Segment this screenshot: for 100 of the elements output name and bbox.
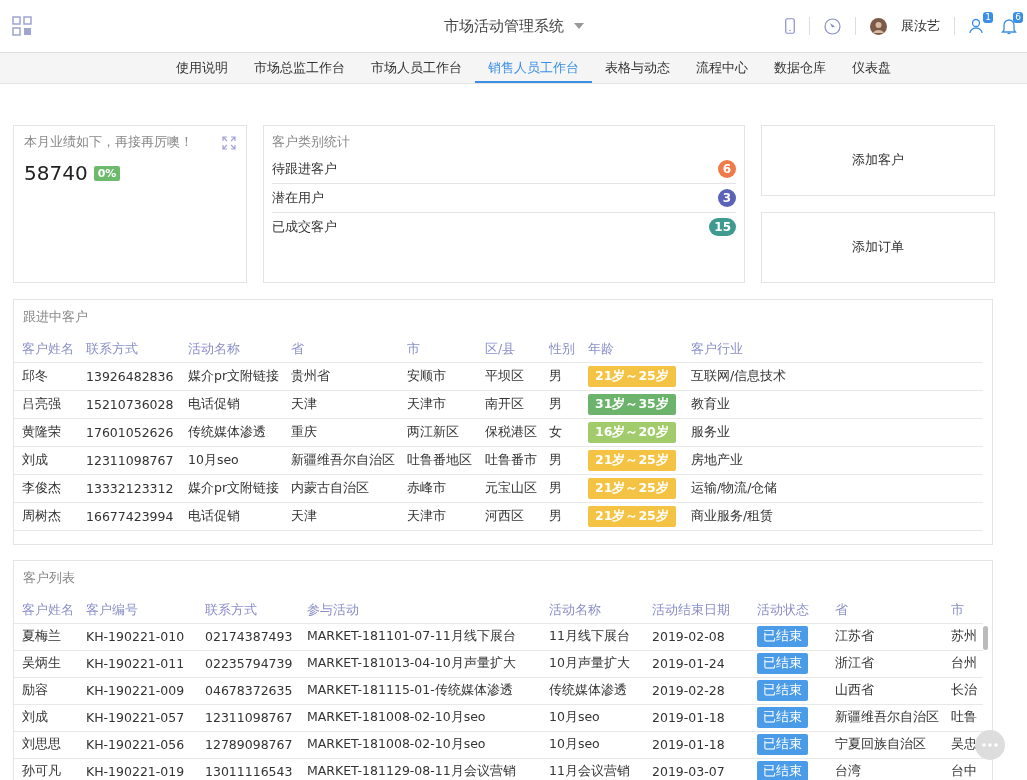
table-cell: 10月seo — [541, 731, 644, 758]
column-header[interactable]: 市 — [399, 330, 477, 362]
avatar[interactable] — [870, 17, 887, 35]
table-cell: 2019-02-28 — [644, 677, 749, 704]
caret-icon[interactable] — [573, 23, 584, 29]
category-label[interactable]: 已成交客户 — [272, 218, 337, 236]
table-cell: KH-190221-010 — [78, 623, 197, 650]
age-tag: 21岁～25岁 — [588, 477, 676, 499]
column-header[interactable]: 省 — [283, 330, 399, 362]
nav-tab[interactable]: 使用说明 — [163, 53, 241, 83]
table-cell: 男 — [541, 446, 580, 474]
nav-tab[interactable]: 销售人员工作台 — [475, 53, 592, 83]
table-cell: 13926482836 — [78, 362, 180, 390]
column-header[interactable]: 活动名称 — [541, 591, 644, 623]
column-header[interactable]: 客户编号 — [78, 591, 197, 623]
table-cell: 台湾 — [827, 758, 943, 780]
table-cell: MARKET-181008-02-10月seo — [299, 704, 541, 731]
table-cell: 台州 — [943, 650, 983, 677]
table-cell: 天津 — [283, 502, 399, 530]
table-cell: MARKET-181115-01-传统媒体渗透 — [299, 677, 541, 704]
table-cell: 南开区 — [477, 390, 541, 418]
nav-tab[interactable]: 市场总监工作台 — [241, 53, 358, 83]
bell-icon[interactable] — [1001, 17, 1017, 35]
age-tag: 21岁～25岁 — [588, 505, 676, 527]
column-header[interactable]: 区/县 — [477, 330, 541, 362]
nav-tab[interactable]: 市场人员工作台 — [358, 53, 475, 83]
card-title: 客户类别统计 — [272, 134, 351, 151]
table-cell: 安顺市 — [399, 362, 477, 390]
column-header[interactable]: 客户行业 — [683, 330, 983, 362]
nav-tab[interactable]: 仪表盘 — [839, 53, 904, 83]
nav-tab[interactable]: 数据仓库 — [761, 53, 839, 83]
table-cell: KH-190221-057 — [78, 704, 197, 731]
table-cell: 贵州省 — [283, 362, 399, 390]
column-header[interactable]: 市 — [943, 591, 983, 623]
status-tag: 已结束 — [757, 707, 808, 728]
status-tag: 已结束 — [757, 653, 808, 674]
scrollbar-thumb[interactable] — [983, 626, 988, 650]
apps-grid-icon[interactable] — [12, 16, 32, 36]
table-cell: 江苏省 — [827, 623, 943, 650]
table-cell: 夏梅兰 — [14, 623, 78, 650]
nav-tab[interactable]: 流程中心 — [683, 53, 761, 83]
table-cell: 男 — [541, 474, 580, 502]
table-cell: 2019-01-18 — [644, 731, 749, 758]
table-cell: 吐鲁 — [943, 704, 983, 731]
column-header[interactable]: 性别 — [541, 330, 580, 362]
table-cell: 2019-01-18 — [644, 704, 749, 731]
table-cell: 17601052626 — [78, 418, 180, 446]
compass-icon[interactable] — [824, 17, 841, 35]
table-cell: 河西区 — [477, 502, 541, 530]
table-cell: 12789098767 — [197, 731, 299, 758]
table-cell: 新疆维吾尔自治区 — [283, 446, 399, 474]
table-cell: 黄隆荣 — [14, 418, 78, 446]
column-header[interactable]: 参与活动 — [299, 591, 541, 623]
table-cell: 运输/物流/仓储 — [683, 474, 983, 502]
table-cell: 10月声量扩大 — [541, 650, 644, 677]
category-label[interactable]: 待跟进客户 — [272, 160, 337, 178]
column-header[interactable]: 活动名称 — [180, 330, 283, 362]
table-cell: 台中 — [943, 758, 983, 780]
nav-tab[interactable]: 表格与动态 — [592, 53, 683, 83]
table-cell: 保税港区 — [477, 418, 541, 446]
column-header[interactable]: 年龄 — [580, 330, 683, 362]
sales-value: 58740 — [24, 161, 88, 185]
user-name[interactable]: 展汝艺 — [901, 17, 940, 35]
phone-icon[interactable] — [785, 18, 795, 34]
category-label[interactable]: 潜在用户 — [272, 189, 324, 207]
table-cell: 2019-02-08 — [644, 623, 749, 650]
table-cell: 吕亮强 — [14, 390, 78, 418]
more-icon — [982, 743, 998, 747]
column-header[interactable]: 活动结束日期 — [644, 591, 749, 623]
card-title: 本月业绩如下，再接再厉噢！ — [24, 134, 193, 151]
table-cell: 李俊杰 — [14, 474, 78, 502]
table-cell: KH-190221-019 — [78, 758, 197, 780]
table-cell: 16677423994 — [78, 502, 180, 530]
table-cell: 宁夏回族自治区 — [827, 731, 943, 758]
table-cell: 新疆维吾尔自治区 — [827, 704, 943, 731]
status-tag: 已结束 — [757, 761, 808, 780]
column-header[interactable]: 省 — [827, 591, 943, 623]
table-cell: 赤峰市 — [399, 474, 477, 502]
expand-icon[interactable] — [222, 135, 236, 150]
table-cell: 平坝区 — [477, 362, 541, 390]
table-cell: 2019-03-07 — [644, 758, 749, 780]
table-cell: 媒介pr文附链接 — [180, 474, 283, 502]
column-header[interactable]: 活动状态 — [749, 591, 827, 623]
age-tag: 21岁～25岁 — [588, 365, 676, 387]
age-tag: 16岁～20岁 — [588, 421, 676, 443]
column-header[interactable]: 联系方式 — [78, 330, 180, 362]
action-button[interactable]: 添加客户 — [761, 125, 995, 196]
column-header[interactable]: 客户姓名 — [14, 591, 78, 623]
panel-title: 客户列表 — [22, 569, 76, 587]
action-button[interactable]: 添加订单 — [761, 212, 995, 283]
table-cell: 12311098767 — [78, 446, 180, 474]
table-cell: 长治 — [943, 677, 983, 704]
table-cell: 02235794739 — [197, 650, 299, 677]
table-cell: 天津市 — [399, 502, 477, 530]
column-header[interactable]: 客户姓名 — [14, 330, 78, 362]
column-header[interactable]: 联系方式 — [197, 591, 299, 623]
table-cell: 02174387493 — [197, 623, 299, 650]
table-cell: 房地产业 — [683, 446, 983, 474]
table-cell: 吴炳生 — [14, 650, 78, 677]
notification-badge: 6 — [1013, 11, 1023, 23]
